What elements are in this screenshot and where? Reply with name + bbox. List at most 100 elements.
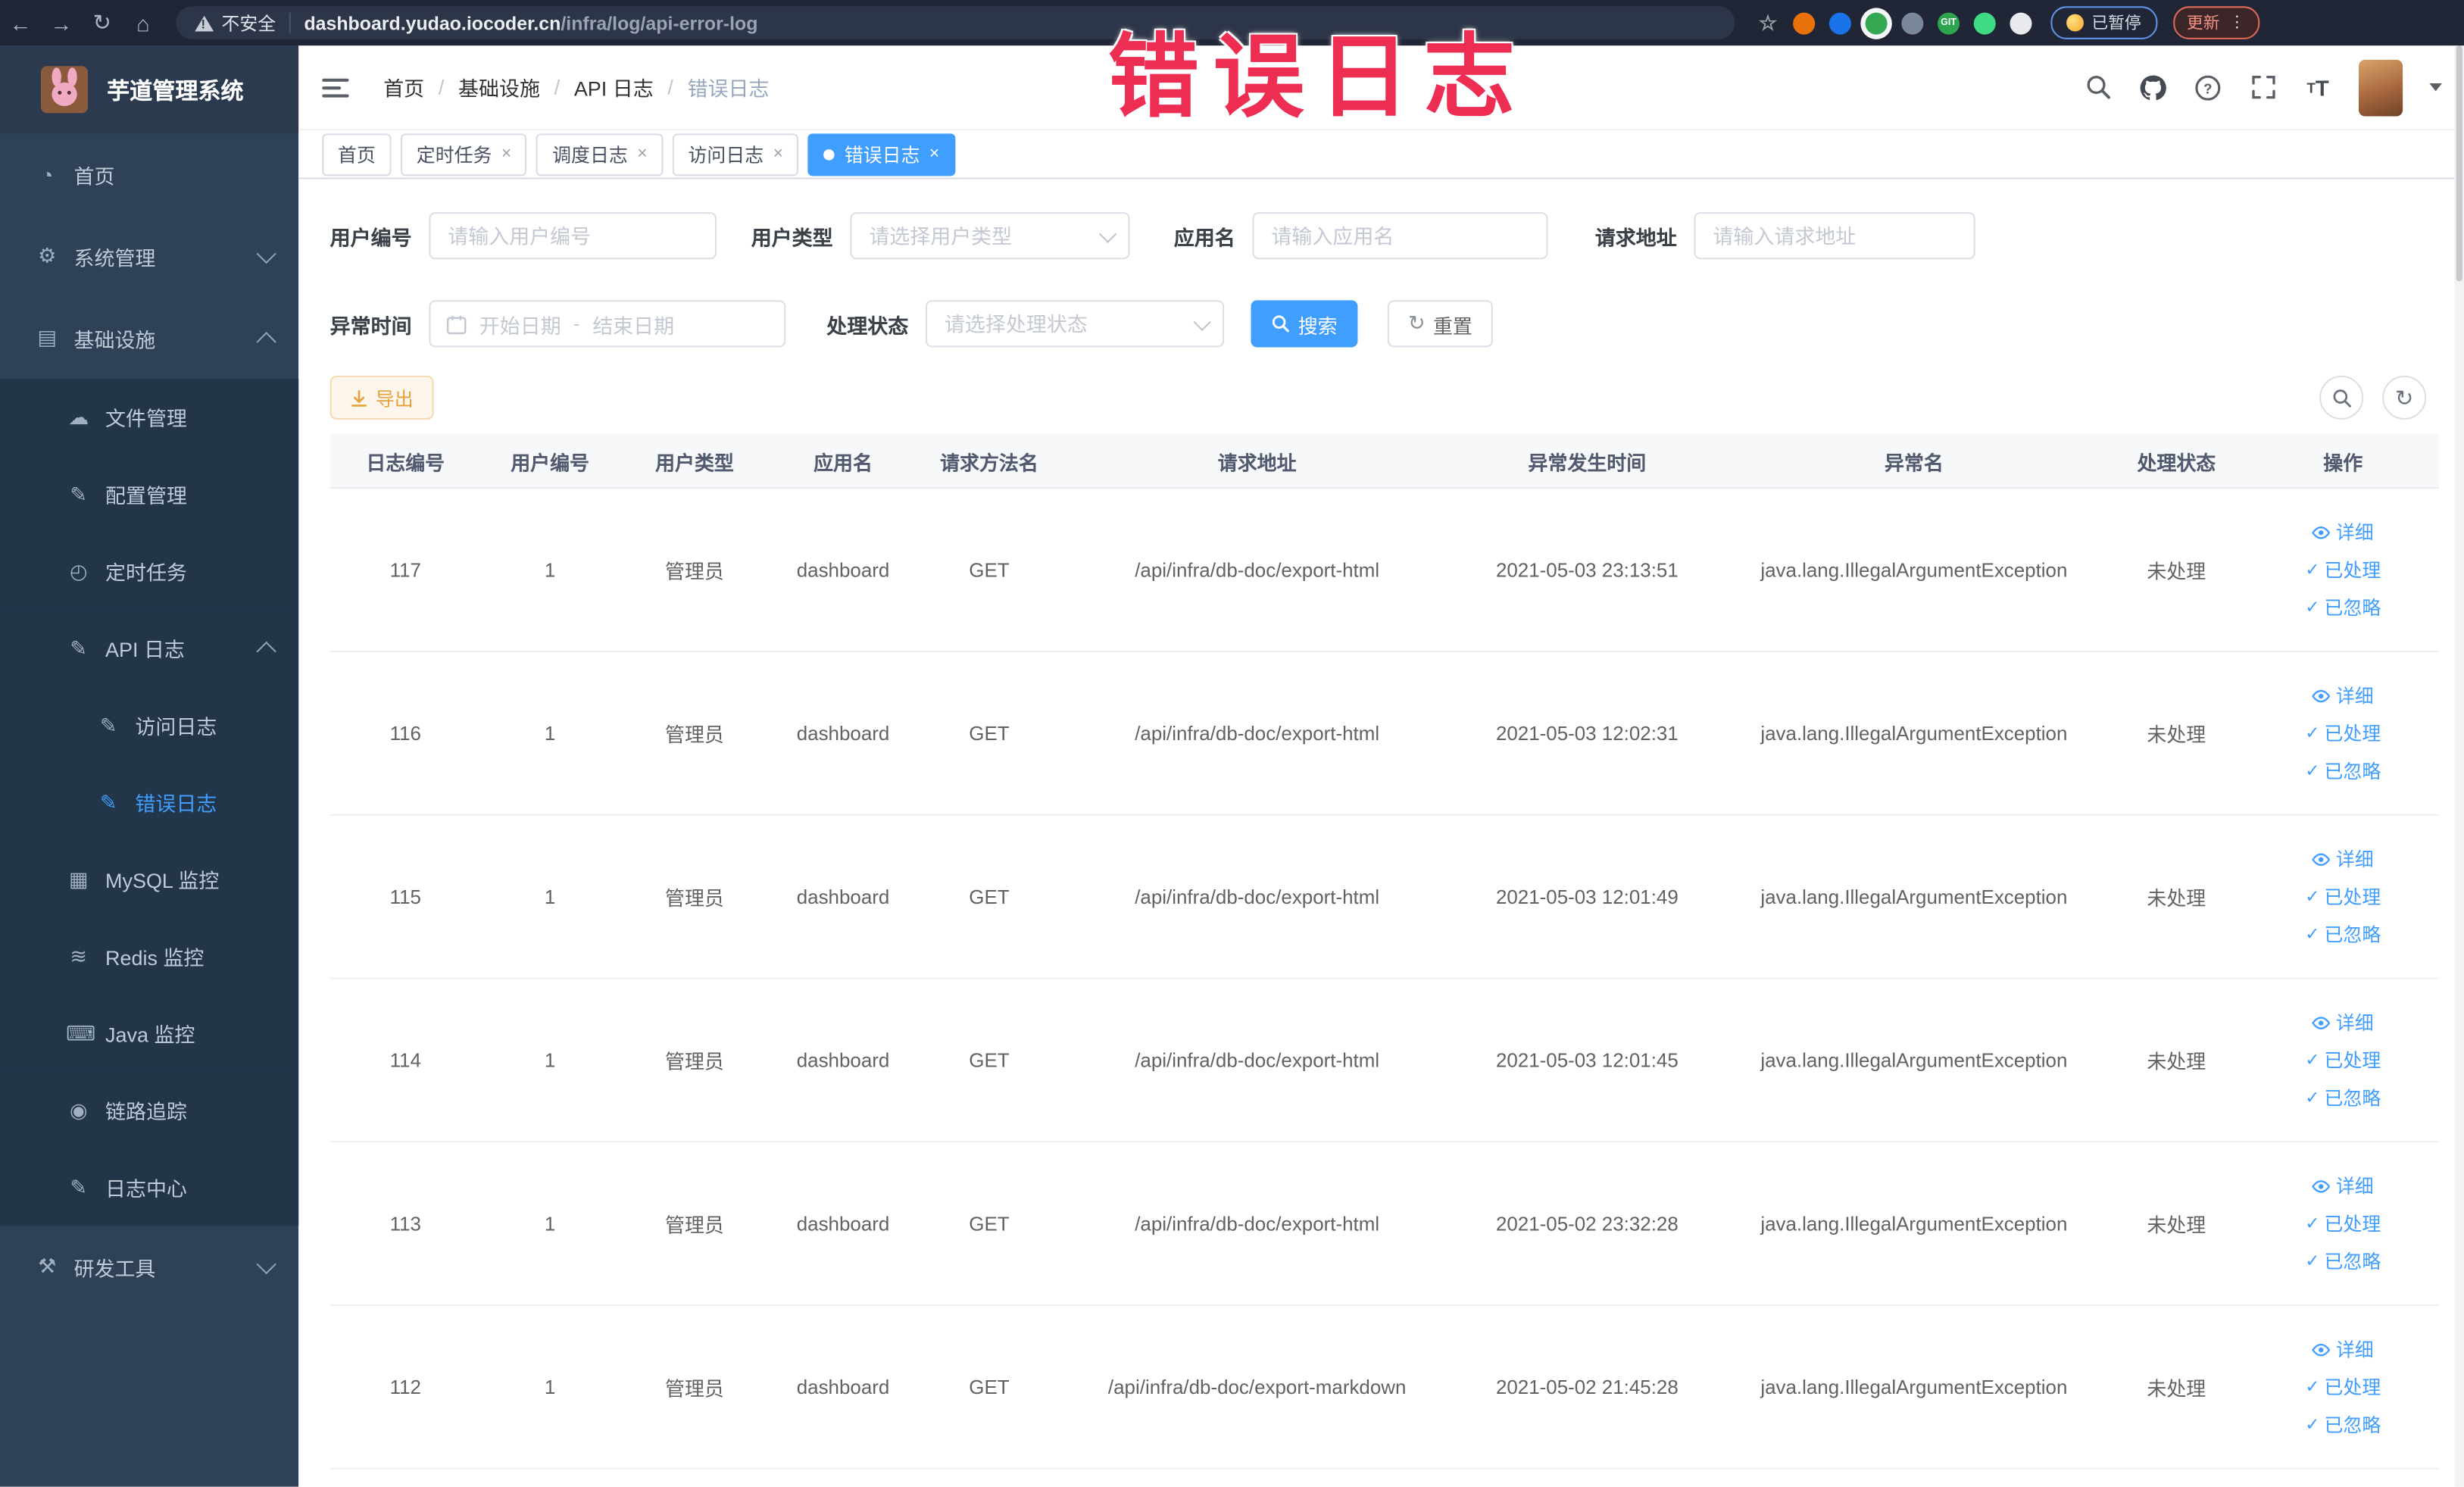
exception-time-range-picker[interactable]: 开始日期 - 结束日期 bbox=[429, 300, 786, 348]
column-header[interactable]: 日志编号 bbox=[330, 445, 481, 475]
sidebar-item-home[interactable]: ◔ 首页 bbox=[0, 133, 298, 215]
action-processed-link[interactable]: ✓ 已处理 bbox=[2305, 1373, 2381, 1400]
tab-home[interactable]: 首页 bbox=[322, 133, 392, 176]
request-url-input[interactable] bbox=[1694, 212, 1975, 260]
sidebar-item-error-log[interactable]: ✎ 错误日志 bbox=[0, 764, 299, 841]
tab-schedule-log[interactable]: 调度日志 × bbox=[536, 133, 664, 176]
hamburger-icon[interactable] bbox=[322, 73, 349, 101]
search-button[interactable]: 搜索 bbox=[1251, 300, 1358, 348]
sidebar-item-infrastructure[interactable]: ▤ 基础设施 bbox=[0, 297, 298, 379]
logo[interactable]: 芋道管理系统 bbox=[0, 45, 299, 134]
user-menu-caret-icon[interactable] bbox=[2429, 83, 2442, 92]
column-header[interactable]: 异常名 bbox=[1722, 445, 2106, 475]
browser-back-icon[interactable]: ← bbox=[0, 10, 41, 35]
browser-forward-icon[interactable]: → bbox=[41, 10, 82, 35]
paused-extension-badge[interactable]: 已暂停 bbox=[2050, 6, 2157, 39]
refresh-table-button[interactable]: ↻ bbox=[2382, 375, 2427, 420]
browser-reload-icon[interactable]: ↻ bbox=[82, 9, 123, 36]
breadcrumb-item[interactable]: 基础设施 bbox=[458, 72, 540, 102]
action-ignored-link[interactable]: ✓ 已忽略 bbox=[2305, 921, 2381, 948]
column-header[interactable]: 用户类型 bbox=[619, 445, 770, 475]
sidebar-menu: ◔ 首页 ⚙ 系统管理 ▤ 基础设施 ☁ 文件管理 ✎ 配置管理 ◴ 定时任务 … bbox=[0, 133, 299, 1486]
page-scrollbar[interactable] bbox=[2454, 45, 2464, 1487]
kebab-menu-icon[interactable]: ⋮ bbox=[2229, 14, 2245, 32]
address-bar[interactable]: 不安全 dashboard.yudao.iocoder.cn/infra/log… bbox=[176, 6, 1735, 39]
action-processed-link[interactable]: ✓ 已处理 bbox=[2305, 720, 2381, 746]
help-icon[interactable]: ? bbox=[2194, 73, 2222, 101]
action-processed-link[interactable]: ✓ 已处理 bbox=[2305, 556, 2381, 583]
action-processed-link[interactable]: ✓ 已处理 bbox=[2305, 1210, 2381, 1236]
sidebar-item-config-management[interactable]: ✎ 配置管理 bbox=[0, 455, 299, 533]
action-detail-link[interactable]: 详细 bbox=[2313, 1173, 2374, 1199]
action-ignored-link[interactable]: ✓ 已忽略 bbox=[2305, 758, 2381, 784]
date-end-placeholder[interactable]: 结束日期 bbox=[592, 309, 674, 339]
process-status-select[interactable] bbox=[926, 300, 1225, 348]
export-button[interactable]: 导出 bbox=[329, 375, 434, 420]
sidebar-item-trace[interactable]: ◉ 链路追踪 bbox=[0, 1071, 299, 1149]
ext-leaf-icon[interactable] bbox=[1973, 11, 1996, 34]
action-detail-link[interactable]: 详细 bbox=[2313, 1335, 2374, 1362]
tab-error-log[interactable]: 错误日志 × bbox=[808, 133, 956, 176]
tab-scheduled-tasks[interactable]: 定时任务 × bbox=[401, 133, 527, 176]
cell-actions: 详细 ✓ 已处理 ✓ 已忽略 bbox=[2247, 519, 2439, 621]
action-processed-link[interactable]: ✓ 已处理 bbox=[2305, 1047, 2381, 1073]
column-header[interactable]: 应用名 bbox=[770, 445, 917, 475]
action-ignored-link[interactable]: ✓ 已忽略 bbox=[2305, 1411, 2381, 1438]
ext-grid-icon[interactable] bbox=[1901, 11, 1924, 34]
cell-user-id: 1 bbox=[544, 1048, 556, 1071]
sidebar-item-access-log[interactable]: ✎ 访问日志 bbox=[0, 686, 299, 764]
sidebar-item-file-management[interactable]: ☁ 文件管理 bbox=[0, 378, 299, 456]
column-header[interactable]: 用户编号 bbox=[481, 445, 620, 475]
sidebar-item-mysql-monitor[interactable]: ▦ MySQL 监控 bbox=[0, 840, 299, 918]
browser-update-button[interactable]: 更新 ⋮ bbox=[2172, 6, 2259, 39]
action-detail-link[interactable]: 详细 bbox=[2313, 1009, 2374, 1036]
ext-green-icon[interactable] bbox=[1865, 11, 1888, 34]
breadcrumb-item[interactable]: 首页 bbox=[383, 72, 424, 102]
ext-orange-icon[interactable] bbox=[1793, 11, 1816, 34]
process-status-select-input[interactable] bbox=[926, 300, 1225, 348]
sidebar-item-log-center[interactable]: ✎ 日志中心 bbox=[0, 1148, 299, 1226]
show-search-toggle-button[interactable] bbox=[2319, 375, 2364, 420]
app-name-input[interactable] bbox=[1252, 212, 1548, 260]
date-start-placeholder[interactable]: 开始日期 bbox=[479, 309, 561, 339]
sidebar-item-java-monitor[interactable]: ⌨ Java 监控 bbox=[0, 995, 299, 1072]
column-header[interactable]: 操作 bbox=[2247, 445, 2439, 475]
github-icon[interactable] bbox=[2139, 73, 2167, 101]
reset-button[interactable]: ↻ 重置 bbox=[1387, 300, 1493, 348]
column-header[interactable]: 请求地址 bbox=[1062, 445, 1452, 475]
sidebar-item-api-log[interactable]: ✎ API 日志 bbox=[0, 609, 299, 687]
ext-blue-icon[interactable] bbox=[1828, 11, 1851, 34]
ext-puzzle-icon[interactable] bbox=[2010, 11, 2032, 34]
action-detail-link[interactable]: 详细 bbox=[2313, 845, 2374, 872]
column-header[interactable]: 请求方法名 bbox=[917, 445, 1063, 475]
sidebar-item-dev-tools[interactable]: ⚒ 研发工具 bbox=[0, 1226, 298, 1307]
fullscreen-icon[interactable] bbox=[2249, 73, 2277, 101]
column-header[interactable]: 处理状态 bbox=[2106, 445, 2247, 475]
action-ignored-link[interactable]: ✓ 已忽略 bbox=[2305, 1084, 2381, 1111]
breadcrumb-item[interactable]: API 日志 bbox=[574, 72, 654, 102]
column-header[interactable]: 异常发生时间 bbox=[1452, 445, 1722, 475]
sidebar-item-scheduled-tasks[interactable]: ◴ 定时任务 bbox=[0, 533, 299, 610]
search-icon[interactable] bbox=[2084, 73, 2112, 101]
action-ignored-link[interactable]: ✓ 已忽略 bbox=[2305, 1248, 2381, 1274]
tab-close-icon[interactable]: × bbox=[929, 145, 939, 163]
action-detail-link[interactable]: 详细 bbox=[2313, 682, 2374, 708]
font-size-icon[interactable]: TT bbox=[2303, 73, 2331, 101]
bookmark-star-icon[interactable]: ☆ bbox=[1757, 10, 1779, 34]
user-id-input[interactable] bbox=[429, 212, 717, 260]
scrollbar-thumb[interactable] bbox=[2456, 45, 2462, 282]
tab-close-icon[interactable]: × bbox=[773, 145, 783, 163]
tab-close-icon[interactable]: × bbox=[637, 145, 647, 163]
action-detail-link[interactable]: 详细 bbox=[2313, 519, 2374, 545]
tab-access-log[interactable]: 访问日志 × bbox=[672, 133, 799, 176]
action-ignored-link[interactable]: ✓ 已忽略 bbox=[2305, 594, 2381, 620]
tab-close-icon[interactable]: × bbox=[501, 145, 511, 163]
user-type-select-input[interactable] bbox=[850, 212, 1130, 260]
ext-git-icon[interactable]: GIT bbox=[1938, 11, 1960, 34]
user-type-select[interactable] bbox=[850, 212, 1130, 260]
browser-home-icon[interactable]: ⌂ bbox=[123, 10, 164, 35]
user-avatar[interactable] bbox=[2359, 58, 2403, 116]
sidebar-item-redis-monitor[interactable]: ≋ Redis 监控 bbox=[0, 917, 299, 995]
sidebar-item-system-management[interactable]: ⚙ 系统管理 bbox=[0, 215, 298, 297]
action-processed-link[interactable]: ✓ 已处理 bbox=[2305, 883, 2381, 910]
